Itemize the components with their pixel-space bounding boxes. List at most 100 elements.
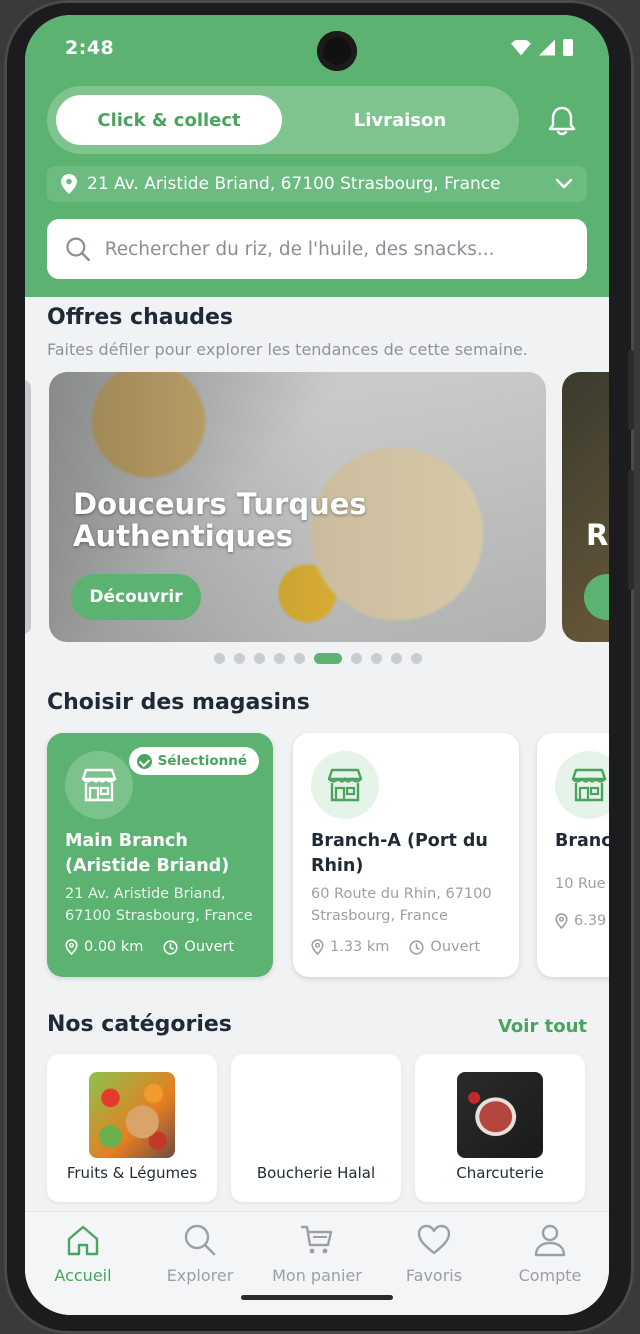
address-selector[interactable]: 21 Av. Aristide Briand, 67100 Strasbourg… bbox=[47, 166, 587, 202]
tab-favoris[interactable]: Favoris bbox=[379, 1222, 489, 1285]
tab-label: Mon panier bbox=[272, 1266, 362, 1285]
bell-icon[interactable] bbox=[547, 105, 577, 137]
address-text: 21 Av. Aristide Briand, 67100 Strasbourg… bbox=[87, 174, 501, 194]
location-pin-icon bbox=[65, 939, 78, 955]
store-meta: 0.00 km Ouvert bbox=[65, 939, 234, 955]
tab-label: Explorer bbox=[166, 1266, 234, 1285]
category-label: Charcuterie bbox=[456, 1164, 544, 1182]
carousel-dot[interactable] bbox=[351, 653, 362, 664]
carousel-dot[interactable] bbox=[254, 653, 265, 664]
volume-button bbox=[628, 350, 634, 430]
fruits-vegetables-image bbox=[89, 1072, 175, 1158]
click-collect-tab[interactable]: Click & collect bbox=[56, 95, 282, 145]
app-screen: 2:48 Click & collect Livraison 21 Av. Ar… bbox=[25, 15, 609, 1315]
store-distance: 0.00 km bbox=[84, 939, 144, 955]
selected-label: Sélectionné bbox=[157, 753, 247, 769]
location-pin-icon bbox=[311, 939, 324, 955]
carousel-dot[interactable] bbox=[391, 653, 402, 664]
store-list: Sélectionné Main Branch (Aristide Briand… bbox=[25, 733, 609, 979]
phone-frame: 2:48 Click & collect Livraison 21 Av. Ar… bbox=[4, 0, 634, 1334]
store-card-branch-a[interactable]: Branch-A (Port du Rhin) 60 Route du Rhin… bbox=[293, 733, 519, 977]
tab-label: Compte bbox=[518, 1266, 582, 1285]
tab-mon-panier[interactable]: Mon panier bbox=[262, 1222, 372, 1285]
store-status: Ouvert bbox=[430, 939, 481, 955]
wifi-icon bbox=[511, 39, 531, 56]
offer-banner[interactable]: Douceurs Turques Authentiques Découvrir bbox=[49, 372, 546, 642]
clock-icon bbox=[409, 939, 425, 955]
camera-cutout bbox=[317, 31, 357, 71]
location-pin-icon bbox=[61, 174, 77, 194]
stores-title: Choisir des magasins bbox=[47, 690, 310, 715]
app-header: 2:48 Click & collect Livraison 21 Av. Ar… bbox=[25, 15, 609, 297]
search-icon bbox=[184, 1224, 216, 1256]
store-name: Branch-A (Port du Rhin) bbox=[311, 831, 488, 876]
store-card-branch[interactable]: Branch 10 Rue J Conrath 6.39 bbox=[537, 733, 609, 977]
tab-explorer[interactable]: Explorer bbox=[145, 1222, 255, 1285]
tab-compte[interactable]: Compte bbox=[495, 1222, 605, 1285]
chevron-down-icon bbox=[555, 178, 573, 189]
selected-badge: Sélectionné bbox=[128, 747, 259, 775]
store-address: 10 Rue J Conrath bbox=[555, 876, 609, 892]
category-label: Boucherie Halal bbox=[256, 1164, 376, 1182]
previous-banner[interactable] bbox=[25, 380, 31, 634]
next-banner-title: Re bbox=[586, 518, 609, 552]
status-bar: 2:48 bbox=[65, 31, 579, 71]
offer-banner-title: Douceurs Turques Authentiques bbox=[73, 487, 367, 553]
offers-subtitle: Faites défiler pour explorer les tendanc… bbox=[47, 340, 528, 359]
search-icon bbox=[66, 237, 90, 262]
status-time: 2:48 bbox=[65, 37, 115, 59]
home-icon bbox=[67, 1225, 99, 1256]
tab-label: Favoris bbox=[405, 1266, 463, 1285]
next-banner-button[interactable] bbox=[584, 574, 609, 620]
status-icons bbox=[511, 39, 573, 56]
store-icon bbox=[311, 751, 379, 819]
store-status: Ouvert bbox=[184, 939, 235, 955]
carousel-pagination bbox=[25, 653, 609, 664]
offers-carousel[interactable]: Douceurs Turques Authentiques Découvrir … bbox=[25, 372, 609, 642]
search-bar[interactable] bbox=[47, 219, 587, 279]
store-icon bbox=[65, 751, 133, 819]
carousel-dot[interactable] bbox=[274, 653, 285, 664]
store-meta: 1.33 km Ouvert bbox=[311, 939, 480, 955]
location-pin-icon bbox=[555, 913, 568, 929]
search-input[interactable] bbox=[104, 238, 569, 260]
store-name: Branch bbox=[555, 831, 609, 851]
signal-icon bbox=[539, 39, 555, 56]
user-icon bbox=[534, 1224, 566, 1257]
store-icon bbox=[555, 751, 609, 819]
categories-title: Nos catégories bbox=[47, 1012, 232, 1037]
store-address: 60 Route du Rhin, 67100 Strasbourg, Fran… bbox=[311, 886, 492, 924]
store-card-main-branch[interactable]: Sélectionné Main Branch (Aristide Briand… bbox=[47, 733, 273, 977]
home-indicator bbox=[241, 1295, 393, 1300]
power-button bbox=[628, 470, 634, 590]
carousel-dot[interactable] bbox=[234, 653, 245, 664]
store-name: Main Branch (Aristide Briand) bbox=[65, 831, 230, 876]
cart-icon bbox=[300, 1225, 333, 1254]
heart-icon bbox=[417, 1224, 451, 1255]
category-card-boucherie-halal[interactable]: Boucherie Halal bbox=[231, 1054, 401, 1202]
carousel-dot[interactable] bbox=[371, 653, 382, 664]
offers-title: Offres chaudes bbox=[47, 305, 234, 330]
tab-accueil[interactable]: Accueil bbox=[28, 1222, 138, 1285]
category-card-charcuterie[interactable]: Charcuterie bbox=[415, 1054, 585, 1202]
battery-icon bbox=[563, 39, 573, 56]
discover-button[interactable]: Découvrir bbox=[71, 574, 201, 620]
clock-icon bbox=[163, 939, 179, 955]
store-distance: 6.39 bbox=[574, 913, 607, 929]
carousel-dot[interactable] bbox=[294, 653, 305, 664]
delivery-mode-toggle: Click & collect Livraison bbox=[47, 86, 519, 154]
next-offer-banner[interactable]: Re bbox=[562, 372, 609, 642]
carousel-dot[interactable] bbox=[411, 653, 422, 664]
store-meta: 6.39 bbox=[555, 913, 606, 929]
meat-image bbox=[457, 1072, 543, 1158]
store-distance: 1.33 km bbox=[330, 939, 390, 955]
see-all-link[interactable]: Voir tout bbox=[498, 1016, 587, 1037]
category-list: Fruits & Légumes Boucherie Halal Charcut… bbox=[47, 1054, 587, 1202]
category-card-fruits-legumes[interactable]: Fruits & Légumes bbox=[47, 1054, 217, 1202]
tab-label: Accueil bbox=[54, 1266, 112, 1285]
category-label: Fruits & Légumes bbox=[66, 1164, 198, 1182]
check-icon bbox=[136, 753, 152, 769]
livraison-tab[interactable]: Livraison bbox=[287, 95, 513, 145]
carousel-dot-active[interactable] bbox=[314, 653, 342, 664]
carousel-dot[interactable] bbox=[214, 653, 225, 664]
